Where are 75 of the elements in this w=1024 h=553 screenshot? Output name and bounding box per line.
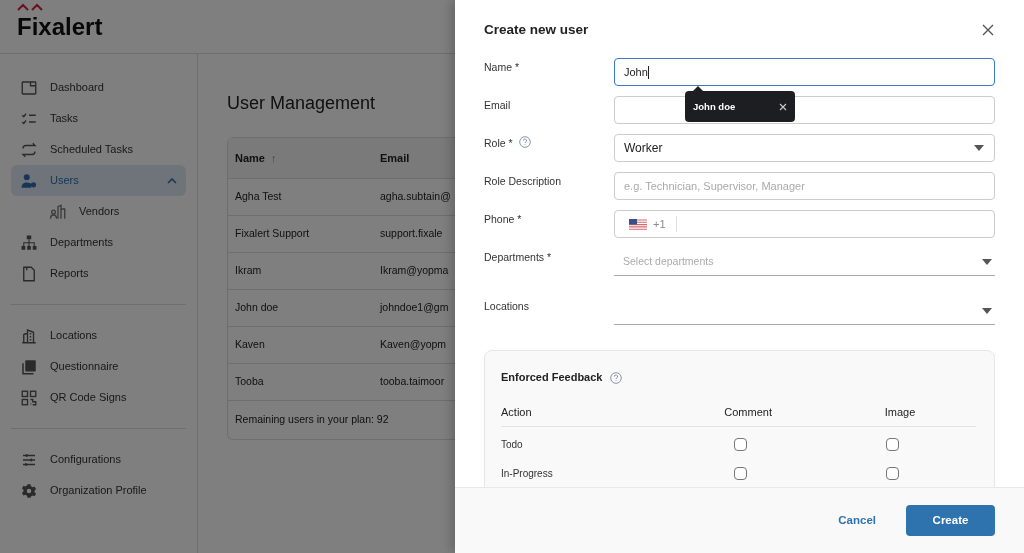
phone-field[interactable]: +1 bbox=[614, 210, 995, 239]
dropdown-field[interactable]: Select departments bbox=[614, 248, 995, 277]
table-cell-text: Agha Test bbox=[234, 189, 283, 205]
sidebar-item[interactable]: Organization Profile bbox=[11, 475, 186, 506]
field-label: Role * bbox=[484, 136, 513, 152]
checkbox[interactable] bbox=[734, 438, 748, 452]
sidebar-item[interactable]: Tasks bbox=[11, 103, 186, 134]
caret-icon bbox=[982, 258, 992, 265]
table-cell-text: tooba.taimoor bbox=[379, 374, 445, 390]
checkbox[interactable] bbox=[886, 467, 900, 481]
sidebar-item[interactable]: Locations bbox=[11, 320, 186, 351]
column-header: Image bbox=[884, 404, 916, 420]
table-cell-text: agha.subtain@ bbox=[379, 189, 451, 205]
sidebar-item[interactable]: Reports bbox=[11, 258, 186, 289]
action-label: In-Progress bbox=[501, 468, 553, 480]
table-cell-text: Ikram bbox=[234, 263, 263, 279]
section-title: Enforced Feedback bbox=[501, 370, 603, 386]
column-header: Action bbox=[501, 405, 532, 418]
question-book-icon bbox=[20, 357, 38, 376]
table-cell-text: Kaven bbox=[234, 337, 266, 353]
table-cell-text: Kaven@yopm bbox=[379, 337, 447, 353]
checkbox[interactable] bbox=[886, 438, 900, 452]
sidebar-item[interactable]: Users bbox=[11, 165, 186, 196]
logo: Fixalert bbox=[17, 11, 103, 39]
column-header[interactable]: Email bbox=[373, 149, 455, 167]
column-header: Comment bbox=[724, 404, 772, 420]
caret-icon bbox=[974, 145, 984, 152]
table-footer: Remaining users in your plan: 92 bbox=[235, 412, 389, 428]
column-header[interactable]: Name ↑ bbox=[228, 149, 373, 167]
document-icon bbox=[20, 264, 38, 283]
text-field[interactable]: John bbox=[614, 58, 995, 87]
table-cell-text: Ikram@yopma bbox=[379, 263, 449, 279]
field-label: Phone * bbox=[484, 212, 522, 228]
field-label: Departments * bbox=[484, 250, 552, 266]
table-cell-text: Tooba bbox=[234, 374, 265, 390]
cancel-button[interactable]: Cancel bbox=[818, 505, 896, 536]
tooltip-arrow-icon bbox=[693, 86, 703, 92]
gear-icon bbox=[20, 481, 38, 500]
table-cell-text: johndoe1@gm bbox=[378, 300, 449, 316]
hierarchy-icon bbox=[20, 233, 38, 252]
person-building-icon bbox=[49, 202, 67, 221]
help-icon[interactable] bbox=[518, 136, 531, 149]
sidebar-item[interactable]: Dashboard bbox=[11, 72, 186, 103]
sidebar-item[interactable]: Questionnaire bbox=[11, 351, 186, 382]
sidebar-item[interactable]: QR Code Signs bbox=[11, 382, 186, 413]
field-label: Role Description bbox=[484, 174, 562, 190]
field-label: Locations bbox=[484, 299, 529, 315]
close-icon[interactable] bbox=[982, 24, 994, 37]
repeat-icon bbox=[20, 140, 38, 159]
page-title: User Management bbox=[227, 92, 376, 115]
qr-code-icon bbox=[20, 388, 38, 407]
text-field[interactable]: e.g. Technician, Supervisor, Manager bbox=[614, 172, 995, 201]
caret-icon bbox=[982, 307, 992, 314]
chevron-icon[interactable] bbox=[167, 177, 177, 184]
role-select[interactable]: Worker bbox=[614, 134, 995, 163]
field-label: Name * bbox=[484, 60, 519, 76]
sidebar-item[interactable]: Departments bbox=[11, 227, 186, 258]
table-cell-text: Fixalert Support bbox=[234, 226, 311, 242]
sidebar-item[interactable]: Configurations bbox=[11, 444, 186, 475]
sidebar-item[interactable]: Vendors bbox=[11, 196, 186, 227]
sidebar-item[interactable]: Scheduled Tasks bbox=[11, 134, 186, 165]
user-gear-icon bbox=[20, 171, 38, 190]
flag-icon bbox=[629, 218, 647, 230]
checkbox[interactable] bbox=[734, 467, 748, 481]
building-icon bbox=[20, 326, 38, 345]
help-icon[interactable] bbox=[610, 371, 623, 384]
drawer-title: Create new user bbox=[484, 21, 589, 39]
create-button[interactable]: Create bbox=[906, 505, 995, 536]
table-cell-text: John doe bbox=[234, 300, 280, 316]
action-label: Todo bbox=[501, 439, 523, 451]
field-label: Email bbox=[484, 98, 511, 114]
window-icon bbox=[20, 78, 38, 97]
suggestion-tooltip[interactable]: John doe bbox=[685, 91, 795, 123]
text-field[interactable] bbox=[614, 96, 995, 125]
table-cell-text: support.fixale bbox=[379, 226, 443, 242]
